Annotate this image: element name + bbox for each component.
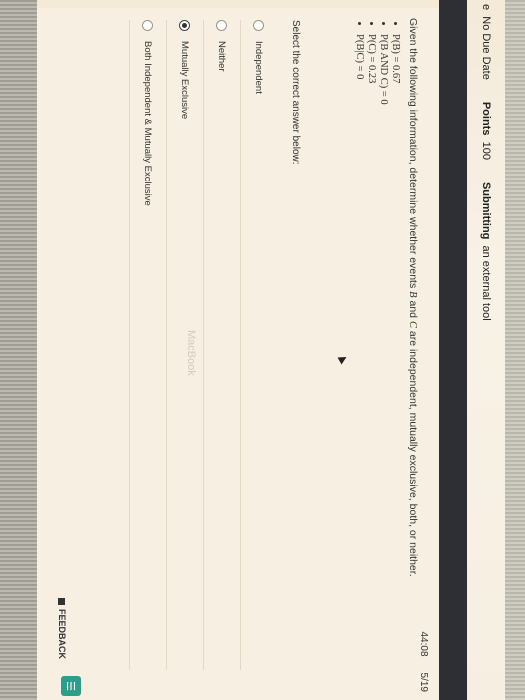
- radio-button[interactable]: [253, 20, 265, 31]
- question-progress: 5/19: [418, 672, 429, 692]
- answer-prompt: Select the correct answer below:: [290, 20, 301, 165]
- answer-options: Independent Neither Mutually Exclusive B…: [129, 20, 277, 670]
- due-date: e No Due Date: [480, 4, 492, 80]
- assignment-details-bar: e No Due Date Points 100 Submitting an e…: [467, 0, 505, 700]
- given-facts: P(B) = 0.67 P(B AND C) = 0 P(C) = 0.23 P…: [354, 18, 401, 668]
- tool-header-band: [439, 0, 467, 700]
- option-label: Independent: [253, 41, 265, 94]
- notes-icon[interactable]: ☰: [61, 676, 81, 696]
- fact-item: P(B) = 0.67: [390, 34, 401, 668]
- option-label: Both Independent & Mutually Exclusive: [142, 41, 154, 206]
- screen: e No Due Date Points 100 Submitting an e…: [0, 0, 525, 700]
- radio-button-selected[interactable]: [179, 20, 191, 31]
- radio-button[interactable]: [142, 20, 154, 31]
- option-both[interactable]: Both Independent & Mutually Exclusive: [129, 20, 166, 670]
- timer: 44:08: [418, 631, 429, 657]
- fact-item: P(C) = 0.23: [366, 34, 377, 668]
- radio-button[interactable]: [216, 20, 228, 31]
- laptop-bezel: [505, 0, 525, 700]
- points: Points 100: [480, 101, 492, 160]
- fact-item: P(B AND C) = 0: [378, 34, 389, 668]
- laptop-brand: MacBook: [185, 330, 197, 376]
- feedback-label: FEEDBACK: [57, 609, 67, 660]
- feedback-button[interactable]: FEEDBACK: [57, 598, 67, 659]
- feedback-icon: [58, 598, 66, 605]
- question-text: Given the following information, determi…: [353, 18, 419, 668]
- option-label: Neither: [216, 41, 228, 72]
- fact-item: P(B|C) = 0: [354, 34, 365, 668]
- submitting: Submitting an external tool: [480, 181, 492, 321]
- option-independent[interactable]: Independent: [240, 20, 277, 670]
- question-card: 44:08 5/19 Given the following informati…: [37, 8, 439, 700]
- laptop-edge: [0, 0, 37, 700]
- option-label: Mutually Exclusive: [179, 41, 191, 120]
- option-neither[interactable]: Neither: [203, 20, 240, 670]
- quiz-status: 44:08 5/19: [418, 632, 429, 693]
